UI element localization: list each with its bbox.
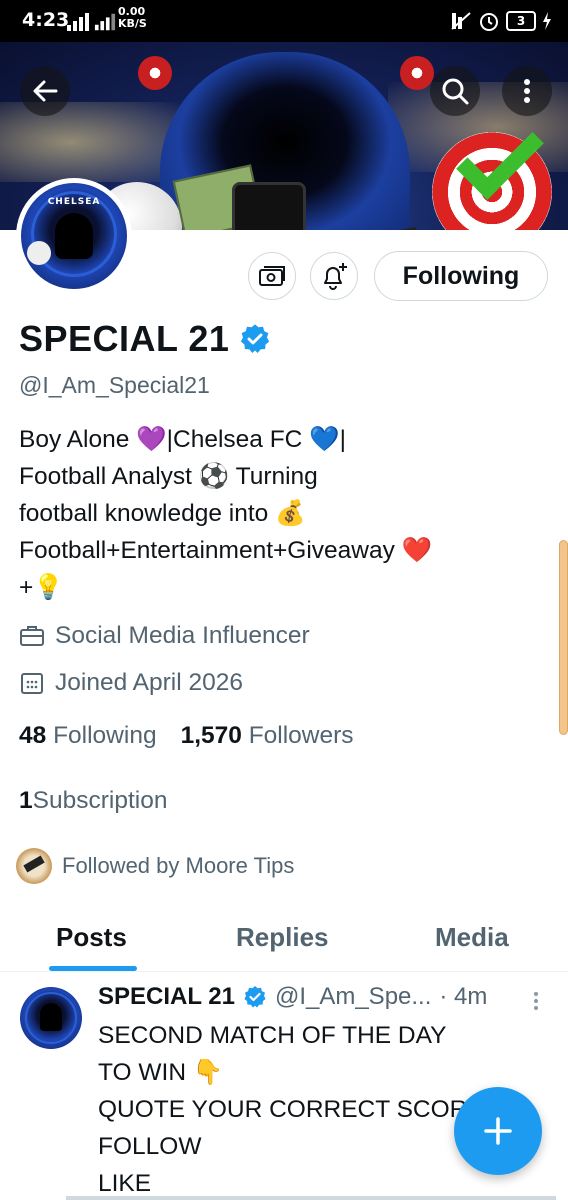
follower-avatar [16,848,52,884]
post-avatar[interactable] [20,987,82,1049]
profile-bio: Boy Alone 💜|Chelsea FC 💙| Football Analy… [19,421,539,606]
verified-badge-icon[interactable] [239,323,271,355]
profile-avatar[interactable]: CHELSEA [16,178,132,294]
subscription-stat[interactable]: 1Subscription [19,787,167,815]
charging-icon [543,12,551,30]
profile-joined: Joined April 2026 [19,669,243,697]
more-vertical-icon [524,79,530,103]
post-timestamp: · 4m [439,983,488,1010]
battery-icon: 3 [506,11,536,31]
category-text: Social Media Influencer [55,622,310,649]
status-bar: 4:23 0.00 KB/S 3 [0,0,568,42]
bio-line: Football+Entertainment+Giveaway ❤️ [19,537,433,564]
post-line: LIKE [98,1170,152,1197]
following-button[interactable]: Following [374,251,548,301]
back-button[interactable] [20,66,70,116]
profile-name-row: SPECIAL 21 [19,318,271,360]
post-author-handle: @I_Am_Spe... [274,983,432,1010]
post-header: SPECIAL 21 @I_Am_Spe... · 4m [98,983,518,1011]
verified-badge-icon [244,986,266,1008]
profile-handle: @I_Am_Special21 [19,372,210,398]
tab-media[interactable]: Media [435,922,509,953]
profile-category: Social Media Influencer [19,622,310,650]
search-button[interactable] [430,66,480,116]
post-author-name: SPECIAL 21 [98,983,235,1010]
back-arrow-icon [33,80,58,102]
bio-line: Boy Alone 💜|Chelsea FC 💙| [19,426,347,453]
subscribe-money-button[interactable] [248,252,296,300]
joined-text: Joined April 2026 [55,669,243,696]
display-name: SPECIAL 21 [19,318,230,359]
calendar-icon [21,673,43,694]
scrollbar[interactable] [559,540,568,735]
tab-posts[interactable]: Posts [56,922,127,953]
bio-line: +💡 [19,574,64,601]
notifications-button[interactable] [310,252,358,300]
more-options-button[interactable] [502,66,552,116]
following-stat[interactable]: 48 Following [19,722,157,750]
bio-line: football knowledge into 💰 [19,500,306,527]
bio-line: Football Analyst ⚽ Turning [19,463,318,490]
profile-tabs: Posts Replies Media [0,908,568,972]
network-speed: 0.00 KB/S [118,5,147,30]
avatar-text: CHELSEA [47,197,101,207]
mute-icon [451,12,471,30]
tab-replies[interactable]: Replies [236,922,329,953]
follow-stats: 48 Following 1,570 Followers [19,722,354,750]
followed-by[interactable]: Followed by Moore Tips [16,848,294,884]
media-preview-strip [66,1196,556,1200]
post-line: SECOND MATCH OF THE DAY [98,1022,447,1049]
signal-icon [67,13,89,31]
compose-button[interactable] [454,1087,542,1175]
signal-2-icon [94,13,116,31]
money-icon [259,266,285,286]
bell-plus-icon [324,263,347,290]
search-icon [442,78,469,105]
status-time: 4:23 [22,9,70,31]
post-more-icon[interactable] [528,989,544,1013]
plus-icon [484,1117,512,1145]
followed-by-text: Followed by Moore Tips [62,853,295,878]
alarm-icon [480,13,498,31]
followers-stat[interactable]: 1,570 Followers [181,722,354,750]
active-tab-indicator [49,966,137,971]
briefcase-icon [20,626,44,646]
post-line: TO WIN 👇 [98,1059,224,1086]
